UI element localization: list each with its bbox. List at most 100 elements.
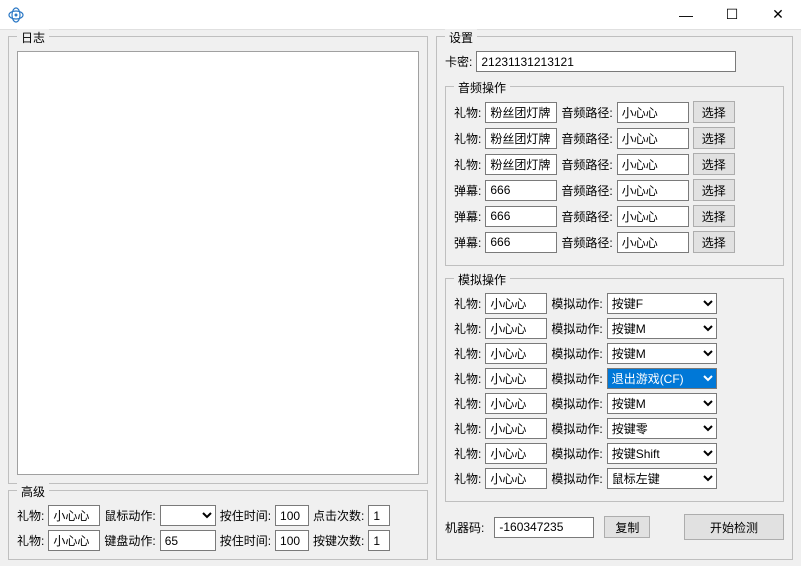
card-label: 卡密: (445, 53, 472, 70)
sim-row: 礼物: 模拟动作: 按键零 (454, 418, 775, 439)
sim-gift-label: 礼物: (454, 345, 481, 362)
sim-gift-label: 礼物: (454, 470, 481, 487)
right-column: 设置 卡密: 音频操作 礼物:音频路径:选择礼物:音频路径:选择礼物:音频路径:… (436, 36, 793, 560)
sim-action-select[interactable]: 按键Shift (607, 443, 717, 464)
sim-action-select[interactable]: 按键M (607, 393, 717, 414)
audio-key-input[interactable] (485, 102, 557, 123)
sim-gift-input[interactable] (485, 443, 547, 464)
audio-path-label: 音频路径: (561, 208, 612, 225)
audio-path-input[interactable] (617, 206, 689, 227)
audio-key-input[interactable] (485, 206, 557, 227)
sim-row: 礼物:模拟动作:退出游戏(CF) (454, 368, 775, 389)
adv-click-input[interactable] (368, 505, 390, 526)
audio-path-label: 音频路径: (561, 156, 612, 173)
adv-gift2-input[interactable] (48, 530, 100, 551)
log-textarea[interactable] (17, 51, 419, 475)
adv-click-label: 点击次数: (313, 507, 364, 524)
sim-action-label: 模拟动作: (551, 295, 602, 312)
titlebar: — ☐ ✕ (0, 0, 801, 30)
sim-action-label: 模拟动作: (551, 345, 602, 362)
sim-row: 礼物: 模拟动作: 按键M (454, 343, 775, 364)
advanced-group: 高级 礼物: 鼠标动作: 按住时间: 点击次数: 礼物: 键盘动作: 按住 (8, 490, 428, 560)
sim-gift-input[interactable] (485, 368, 547, 389)
sim-action-select[interactable]: 按键F (607, 293, 717, 314)
audio-key-input[interactable] (485, 128, 557, 149)
adv-hold2-input[interactable] (275, 530, 309, 551)
machine-input[interactable] (494, 517, 594, 538)
audio-select-button[interactable]: 选择 (693, 127, 735, 149)
sim-gift-input[interactable] (485, 393, 547, 414)
audio-row: 礼物:音频路径:选择 (454, 127, 775, 149)
adv-gift-label: 礼物: (17, 507, 44, 524)
audio-row: 礼物: 音频路径: 选择 (454, 153, 775, 175)
audio-path-input[interactable] (617, 232, 689, 253)
adv-hold1-input[interactable] (275, 505, 309, 526)
content: 日志 高级 礼物: 鼠标动作: 按住时间: 点击次数: 礼物: (0, 30, 801, 566)
app-icon (8, 7, 24, 23)
sim-gift-input[interactable] (485, 468, 547, 489)
audio-select-button[interactable]: 选择 (693, 179, 735, 201)
adv-keycount-label: 按键次数: (313, 532, 364, 549)
sim-action-select[interactable]: 按键零 (607, 418, 717, 439)
audio-path-input[interactable] (617, 102, 689, 123)
sim-gift-input[interactable] (485, 318, 547, 339)
adv-hold2-label: 按住时间: (220, 532, 271, 549)
audio-row: 弹幕:音频路径:选择 (454, 179, 775, 201)
card-input[interactable] (476, 51, 736, 72)
audio-select-button[interactable]: 选择 (693, 101, 735, 123)
audio-path-label: 音频路径: (561, 104, 612, 121)
audio-select-button[interactable]: 选择 (693, 231, 735, 253)
audio-key-input[interactable] (485, 180, 557, 201)
audio-key-label: 礼物: (454, 156, 481, 173)
sim-action-select[interactable]: 按键M (607, 343, 717, 364)
sim-action-label: 模拟动作: (551, 470, 602, 487)
audio-key-label: 礼物: (454, 104, 481, 121)
sim-gift-input[interactable] (485, 418, 547, 439)
audio-path-input[interactable] (617, 180, 689, 201)
adv-gift2-label: 礼物: (17, 532, 44, 549)
audio-key-input[interactable] (485, 154, 557, 175)
sim-action-select[interactable]: 鼠标左键 (607, 468, 717, 489)
sim-gift-label: 礼物: (454, 395, 481, 412)
sim-gift-input[interactable] (485, 293, 547, 314)
sim-action-select[interactable]: 退出游戏(CF) (607, 368, 717, 389)
audio-path-input[interactable] (617, 128, 689, 149)
advanced-legend: 高级 (17, 483, 49, 500)
sim-row: 礼物: 模拟动作: 按键F (454, 293, 775, 314)
minimize-button[interactable]: — (663, 0, 709, 30)
maximize-button[interactable]: ☐ (709, 0, 755, 30)
sim-row: 礼物:模拟动作:按键M (454, 393, 775, 414)
sim-action-label: 模拟动作: (551, 420, 602, 437)
audio-select-button[interactable]: 选择 (693, 153, 735, 175)
audio-path-input[interactable] (617, 154, 689, 175)
audio-key-label: 弹幕: (454, 182, 481, 199)
sim-gift-input[interactable] (485, 343, 547, 364)
sim-gift-label: 礼物: (454, 445, 481, 462)
sim-action-select[interactable]: 按键M (607, 318, 717, 339)
close-button[interactable]: ✕ (755, 0, 801, 30)
start-detect-button[interactable]: 开始检测 (684, 514, 784, 540)
machine-label: 机器码: (445, 519, 484, 536)
adv-keyboard-input[interactable] (160, 530, 216, 551)
sim-action-label: 模拟动作: (551, 445, 602, 462)
log-group: 日志 (8, 36, 428, 484)
audio-key-label: 弹幕: (454, 208, 481, 225)
sim-gift-label: 礼物: (454, 295, 481, 312)
log-legend: 日志 (17, 29, 49, 46)
sim-gift-label: 礼物: (454, 420, 481, 437)
adv-mouse-select[interactable] (160, 505, 216, 526)
audio-key-input[interactable] (485, 232, 557, 253)
settings-group: 设置 卡密: 音频操作 礼物:音频路径:选择礼物:音频路径:选择礼物:音频路径:… (436, 36, 793, 560)
copy-button[interactable]: 复制 (604, 516, 650, 538)
sim-group: 模拟操作 礼物:模拟动作:按键F礼物:模拟动作:按键M礼物:模拟动作:按键M礼物… (445, 278, 784, 502)
app-window: — ☐ ✕ 日志 高级 礼物: 鼠标动作: 按住时间: 点击次数: (0, 0, 801, 566)
sim-action-label: 模拟动作: (551, 370, 602, 387)
sim-row: 礼物: 模拟动作: 按键Shift (454, 443, 775, 464)
sim-row: 礼物:模拟动作:按键M (454, 318, 775, 339)
audio-select-button[interactable]: 选择 (693, 205, 735, 227)
audio-key-label: 礼物: (454, 130, 481, 147)
left-column: 日志 高级 礼物: 鼠标动作: 按住时间: 点击次数: 礼物: (8, 36, 428, 560)
adv-mouse-label: 鼠标动作: (104, 507, 155, 524)
adv-keycount-input[interactable] (368, 530, 390, 551)
adv-gift1-input[interactable] (48, 505, 100, 526)
